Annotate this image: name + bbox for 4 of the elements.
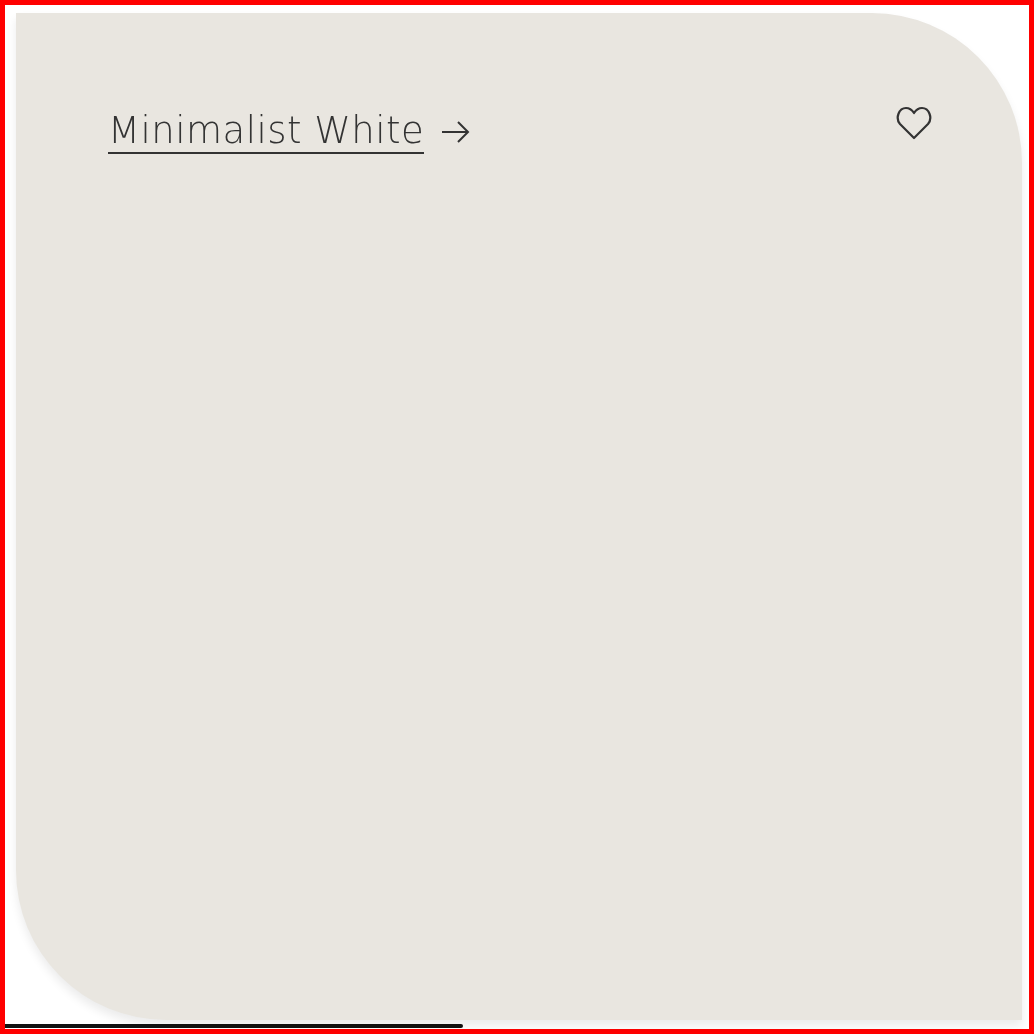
title-link[interactable]: Minimalist White (108, 106, 471, 154)
heart-icon[interactable] (896, 106, 932, 140)
arrow-icon (440, 120, 471, 144)
scrollbar[interactable] (5, 1024, 463, 1028)
